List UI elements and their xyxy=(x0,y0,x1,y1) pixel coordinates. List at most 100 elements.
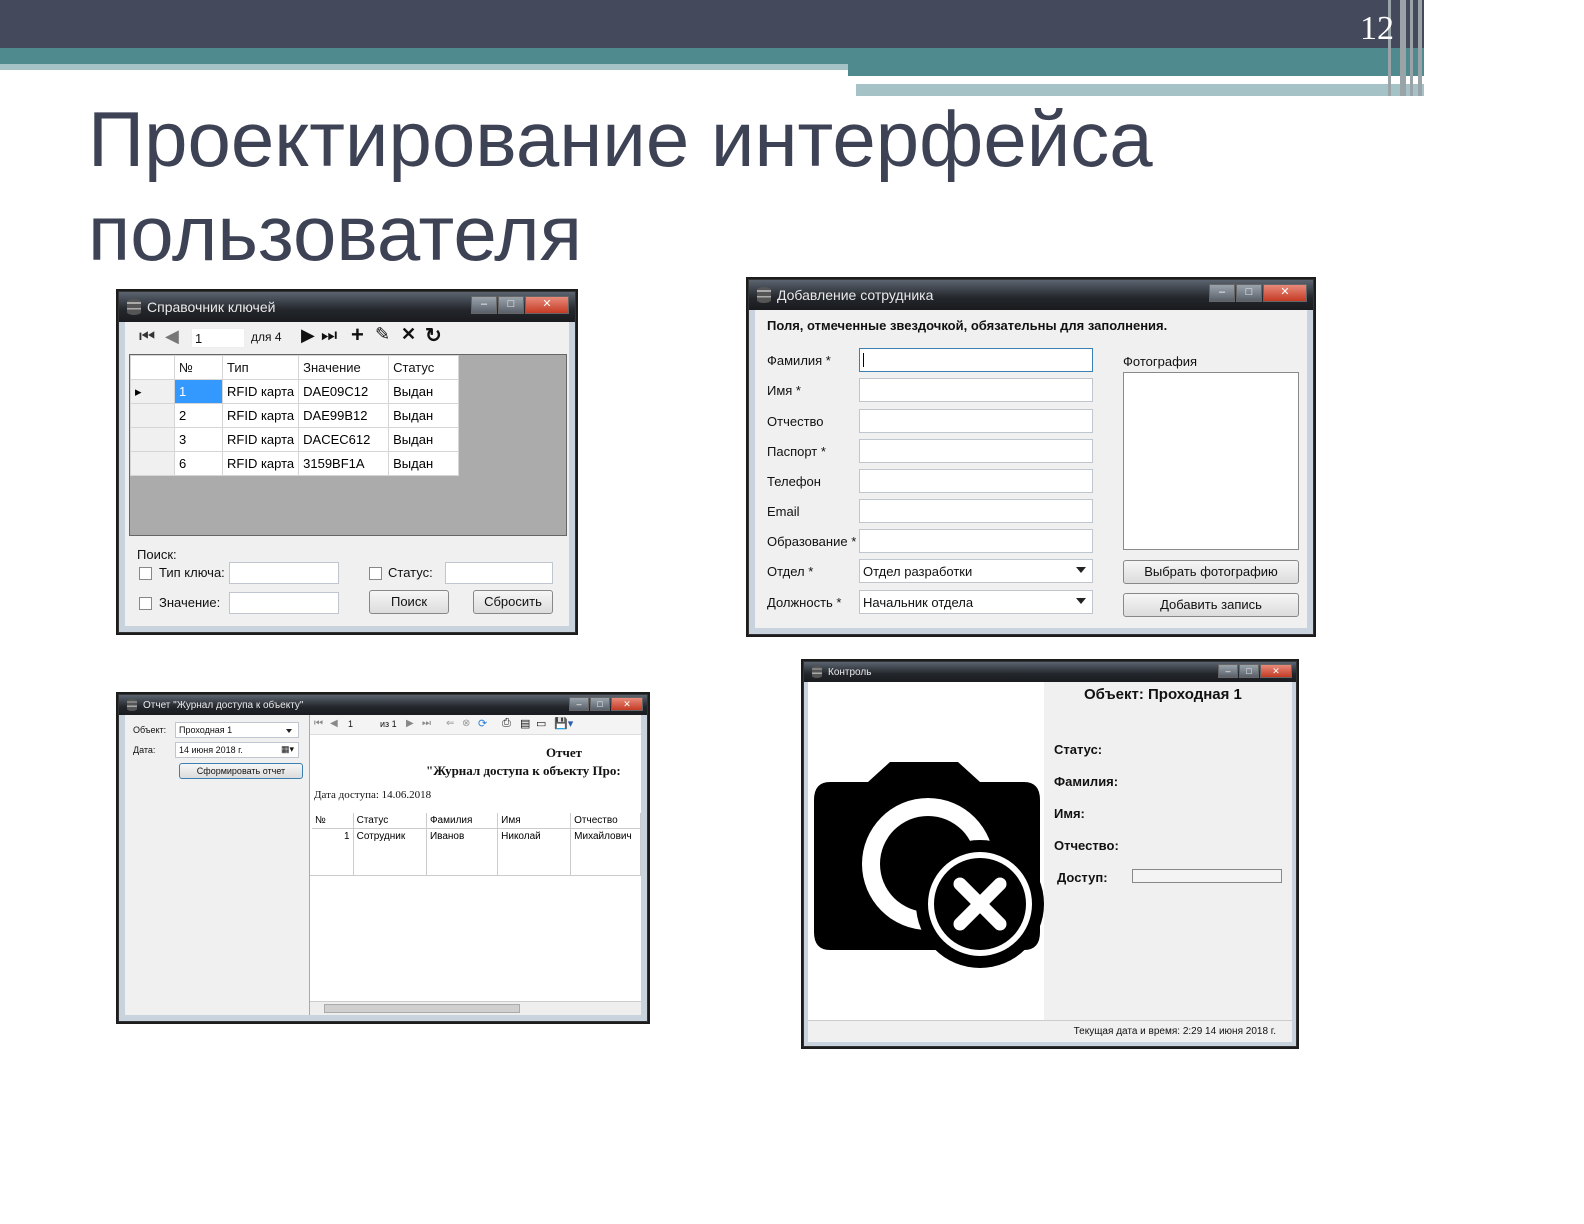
export-icon[interactable]: 💾▾ xyxy=(554,717,573,730)
key-type-checkbox[interactable] xyxy=(139,567,152,580)
close-icon[interactable]: ✕ xyxy=(525,296,569,314)
cell[interactable]: 3159BF1A xyxy=(298,451,390,476)
table-row[interactable]: ▸ 1 RFID карта DAE09C12 Выдан xyxy=(130,379,460,404)
reset-button[interactable]: Сбросить xyxy=(473,590,553,614)
report-window-client: Объект: Проходная 1 Дата: 14 июня 2018 г… xyxy=(125,715,641,1015)
cell[interactable]: 3 xyxy=(174,427,223,452)
value-checkbox[interactable] xyxy=(139,597,152,610)
refresh-icon[interactable]: ↻ xyxy=(425,323,442,348)
page-input[interactable]: 1 xyxy=(348,719,353,729)
minimize-icon[interactable]: – xyxy=(471,296,497,314)
object-select[interactable]: Проходная 1 xyxy=(175,722,299,738)
previous-record-icon[interactable]: ◀ xyxy=(165,326,179,347)
print-layout-icon[interactable]: ▤ xyxy=(520,717,530,730)
cell[interactable]: 6 xyxy=(174,451,223,476)
position-select[interactable]: Начальник отдела xyxy=(859,590,1093,614)
maximize-icon[interactable]: □ xyxy=(1236,284,1262,302)
status-bar: Текущая дата и время: 2:29 14 июня 2018 … xyxy=(808,1020,1292,1042)
close-icon[interactable]: ✕ xyxy=(611,697,643,711)
grid-column-header[interactable]: № xyxy=(174,355,223,380)
maximize-icon[interactable]: □ xyxy=(1239,664,1259,678)
cell[interactable]: DAE09C12 xyxy=(298,379,390,404)
record-position-input[interactable]: 1 xyxy=(191,328,245,348)
cell[interactable]: Выдан xyxy=(388,451,460,476)
table-row[interactable]: 6 RFID карта 3159BF1A Выдан xyxy=(130,451,460,476)
header-band-light xyxy=(0,64,848,70)
key-type-input[interactable] xyxy=(229,562,339,584)
add-icon[interactable]: + xyxy=(351,322,364,348)
cell[interactable]: Выдан xyxy=(388,427,460,452)
date-picker[interactable]: 14 июня 2018 г. ▦▾ xyxy=(175,742,299,758)
stop-icon[interactable]: ⊗ xyxy=(462,718,470,729)
cell[interactable]: RFID карта xyxy=(221,451,300,476)
maximize-icon[interactable]: □ xyxy=(498,296,524,314)
horizontal-scrollbar[interactable] xyxy=(310,1001,641,1015)
chevron-down-icon[interactable] xyxy=(1076,567,1086,573)
keys-grid-table: № Тип Значение Статус ▸ 1 RFID карта DAE… xyxy=(130,355,460,476)
phone-input[interactable] xyxy=(859,469,1093,493)
row-header[interactable] xyxy=(130,451,175,476)
cell[interactable]: 2 xyxy=(174,403,223,428)
row-header[interactable] xyxy=(130,427,175,452)
name-input[interactable] xyxy=(859,378,1093,402)
generate-report-button[interactable]: Сформировать отчет xyxy=(179,763,303,779)
cell[interactable]: 1 xyxy=(174,379,223,404)
value-input[interactable] xyxy=(229,592,339,614)
scrollbar-thumb[interactable] xyxy=(324,1004,520,1013)
edit-icon[interactable]: ✎ xyxy=(375,324,390,345)
status-checkbox[interactable] xyxy=(369,567,382,580)
search-button[interactable]: Поиск xyxy=(369,590,449,614)
report-divider xyxy=(310,875,641,876)
report-window-titlebar[interactable]: Отчет "Журнал доступа к объекту" – □ ✕ xyxy=(119,695,647,715)
print-icon[interactable]: ⎙ xyxy=(502,717,511,730)
status-input[interactable] xyxy=(445,562,553,584)
cell[interactable]: Выдан xyxy=(388,379,460,404)
surname-input[interactable] xyxy=(859,348,1093,372)
previous-page-icon[interactable]: ◀ xyxy=(330,718,338,729)
close-icon[interactable]: ✕ xyxy=(1263,284,1307,302)
last-record-icon[interactable]: ⏭ xyxy=(321,325,337,346)
chevron-down-icon[interactable] xyxy=(286,729,292,733)
page-setup-icon[interactable]: ▭ xyxy=(536,717,546,730)
patronymic-input[interactable] xyxy=(859,409,1093,433)
maximize-icon[interactable]: □ xyxy=(590,697,610,711)
back-icon[interactable]: ⇐ xyxy=(446,718,454,729)
control-window-titlebar[interactable]: Контроль – □ ✕ xyxy=(804,662,1296,682)
choose-photo-button[interactable]: Выбрать фотографию xyxy=(1123,560,1299,584)
minimize-icon[interactable]: – xyxy=(1209,284,1235,302)
minimize-icon[interactable]: – xyxy=(1218,664,1238,678)
grid-column-header[interactable]: Значение xyxy=(298,355,390,380)
refresh-icon[interactable]: ⟳ xyxy=(478,717,487,730)
row-header[interactable] xyxy=(130,403,175,428)
row-selector-icon[interactable]: ▸ xyxy=(130,379,175,404)
table-row[interactable]: 2 RFID карта DAE99B12 Выдан xyxy=(130,403,460,428)
first-record-icon[interactable]: ⏮ xyxy=(139,326,155,347)
calendar-icon[interactable]: ▦▾ xyxy=(281,744,294,755)
minimize-icon[interactable]: – xyxy=(569,697,589,711)
cell[interactable]: DAE99B12 xyxy=(298,403,390,428)
add-record-button[interactable]: Добавить запись xyxy=(1123,593,1299,617)
report-toolbar: ⏮ ◀ 1 из 1 ▶ ⏭ ⇐ ⊗ ⟳ ⎙ ▤ ▭ 💾▾ xyxy=(310,715,641,735)
chevron-down-icon[interactable] xyxy=(1076,598,1086,604)
email-field[interactable] xyxy=(859,499,1093,523)
table-row[interactable]: 3 RFID карта DACEC612 Выдан xyxy=(130,427,460,452)
close-icon[interactable]: ✕ xyxy=(1260,664,1292,678)
next-record-icon[interactable]: ▶ xyxy=(301,325,315,346)
first-page-icon[interactable]: ⏮ xyxy=(314,718,323,729)
cell[interactable]: DACEC612 xyxy=(298,427,390,452)
cell[interactable]: RFID карта xyxy=(221,403,300,428)
next-page-icon[interactable]: ▶ xyxy=(406,718,414,729)
education-input[interactable] xyxy=(859,529,1093,553)
page-of-label: из 1 xyxy=(380,719,397,729)
cell[interactable]: RFID карта xyxy=(221,427,300,452)
grid-column-header[interactable]: Статус xyxy=(388,355,460,380)
passport-input[interactable] xyxy=(859,439,1093,463)
delete-icon[interactable]: ✕ xyxy=(401,324,416,345)
employee-window-titlebar[interactable]: Добавление сотрудника – □ ✕ xyxy=(749,280,1313,310)
grid-column-header[interactable]: Тип xyxy=(221,355,300,380)
last-page-icon[interactable]: ⏭ xyxy=(422,718,431,729)
cell[interactable]: RFID карта xyxy=(221,379,300,404)
department-select[interactable]: Отдел разработки xyxy=(859,559,1093,583)
cell[interactable]: Выдан xyxy=(388,403,460,428)
keys-window-titlebar[interactable]: Справочник ключей – □ ✕ xyxy=(119,292,575,322)
